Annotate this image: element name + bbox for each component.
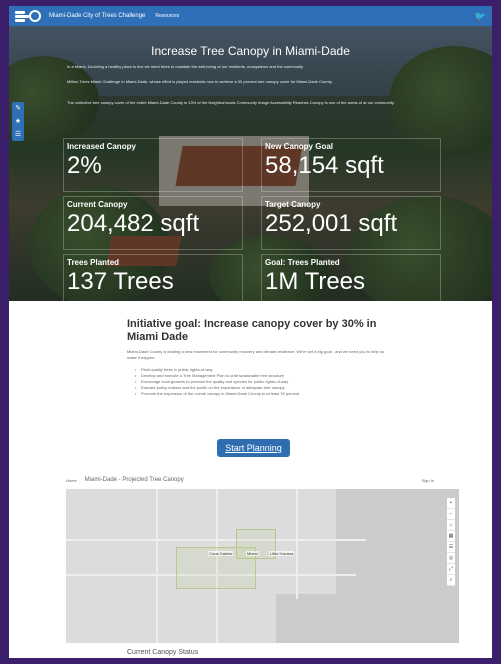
- section-heading: Current Canopy Status: [127, 649, 199, 656]
- main-content: Initiative goal: Increase canopy cover b…: [9, 301, 492, 658]
- metric-value: 204,482 sqft: [67, 210, 200, 237]
- metric-label: Current Canopy: [67, 200, 128, 209]
- list-item: Promote the expansion of the overall can…: [135, 391, 395, 397]
- map-title: Miami-Dade - Projected Tree Canopy: [84, 477, 184, 483]
- metric-label: Trees Planted: [67, 258, 120, 267]
- metric-trees-planted: Trees Planted 137 Trees: [63, 254, 243, 301]
- start-planning-button[interactable]: Start Planning: [217, 439, 290, 457]
- side-toolbar: ✎ ★ ☰: [12, 102, 24, 141]
- metric-target-canopy: Target Canopy 252,001 sqft: [261, 196, 441, 250]
- map-sign-in-link[interactable]: Sign In: [422, 478, 434, 483]
- metric-label: Target Canopy: [265, 200, 321, 209]
- hero-paragraph: Million Trees Miami Challenge in Miami-D…: [67, 79, 333, 84]
- metric-goal-trees-planted: Goal: Trees Planted 1M Trees: [261, 254, 441, 301]
- map-label: Little Havana: [269, 551, 295, 556]
- hero-section: ✎ ★ ☰ Increase Tree Canopy in Miami-Dade…: [9, 26, 492, 301]
- metric-value: 58,154 sqft: [265, 152, 384, 179]
- layers-icon[interactable]: ☰: [447, 542, 455, 553]
- top-bar: Miami-Dade City of Trees Challenge Resou…: [9, 6, 492, 26]
- star-icon[interactable]: ★: [12, 115, 24, 128]
- county-logo[interactable]: [15, 10, 41, 22]
- page-frame: Miami-Dade City of Trees Challenge Resou…: [9, 6, 492, 658]
- initiative-bullets: Plant quality trees in public rights-of-…: [135, 367, 395, 397]
- hero-paragraph: In a Miami, Da-being a healthy place to …: [67, 64, 304, 69]
- home-icon[interactable]: ⌂: [447, 520, 455, 531]
- zoom-in-button[interactable]: +: [447, 498, 455, 509]
- map-home-link[interactable]: Home: [66, 478, 77, 483]
- map-label: Coral Gables: [208, 551, 234, 556]
- list-icon[interactable]: ☰: [12, 128, 24, 141]
- metric-current-canopy: Current Canopy 204,482 sqft: [63, 196, 243, 250]
- metric-value: 2%: [67, 152, 102, 179]
- metric-new-canopy-goal: New Canopy Goal 58,154 sqft: [261, 138, 441, 192]
- resources-link[interactable]: Resources: [155, 13, 179, 19]
- metric-value: 252,001 sqft: [265, 210, 398, 237]
- map-view[interactable]: Coral Gables Miami Little Havana + − ⌂ ▦…: [66, 489, 459, 643]
- hero-paragraph: The collective tree canopy cover of the …: [67, 100, 395, 105]
- locate-icon[interactable]: ◎: [447, 553, 455, 564]
- map-label: Miami: [246, 551, 259, 556]
- zoom-out-button[interactable]: −: [447, 509, 455, 520]
- metric-label: Increased Canopy: [67, 142, 136, 151]
- twitter-icon[interactable]: 🐦: [475, 11, 486, 22]
- search-icon[interactable]: ⌕: [447, 575, 455, 586]
- metric-label: New Canopy Goal: [265, 142, 334, 151]
- metric-value: 1M Trees: [265, 268, 366, 295]
- basemap-icon[interactable]: ▦: [447, 531, 455, 542]
- fullscreen-icon[interactable]: ⤢: [447, 564, 455, 575]
- metric-value: 137 Trees: [67, 268, 174, 295]
- pencil-icon[interactable]: ✎: [12, 102, 24, 115]
- hero-title: Increase Tree Canopy in Miami-Dade: [151, 44, 350, 58]
- initiative-title: Initiative goal: Increase canopy cover b…: [127, 318, 377, 343]
- metric-label: Goal: Trees Planted: [265, 258, 340, 267]
- map-header: Home Miami-Dade - Projected Tree Canopy …: [66, 473, 434, 487]
- metric-increased-canopy: Increased Canopy 2%: [63, 138, 243, 192]
- app-title[interactable]: Miami-Dade City of Trees Challenge: [49, 13, 145, 19]
- map-toolbar: + − ⌂ ▦ ☰ ◎ ⤢ ⌕: [446, 497, 456, 587]
- initiative-intro: Miami-Dade County is leading a new movem…: [127, 349, 385, 360]
